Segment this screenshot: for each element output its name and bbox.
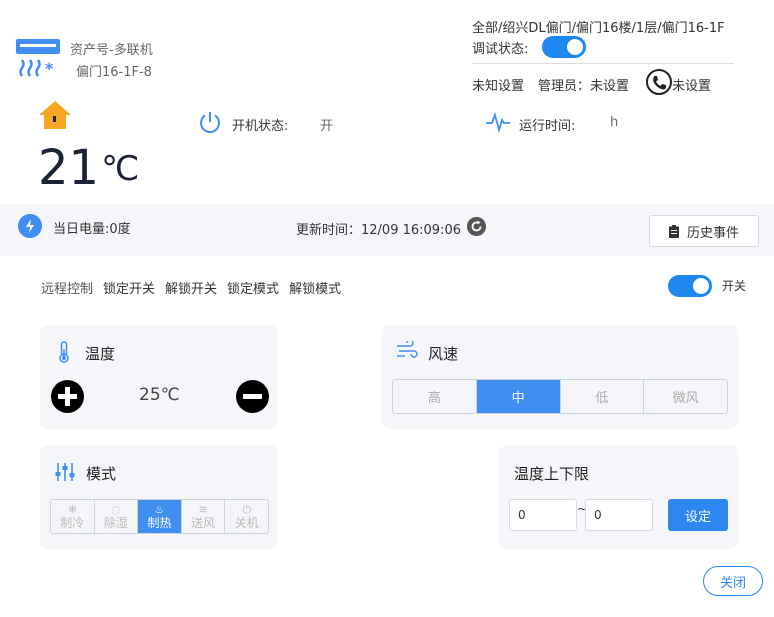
mode-cool[interactable]: ❄ 制冷 [51,500,95,533]
pulse-icon [486,112,510,133]
temperature-range-card [499,445,738,549]
unlock-mode-action[interactable]: 解锁模式 [289,278,341,297]
power-icon: ⏻ [242,503,252,516]
header-divider [472,63,734,64]
lightning-icon [18,214,42,238]
home-icon [39,101,71,129]
lock-mode-action[interactable]: 锁定模式 [227,278,279,297]
wind-icon: ≋ [198,503,208,516]
asset-name: 资产号-多联机 [70,43,153,58]
mode-off[interactable]: ⏻ 关机 [225,500,268,533]
phone-label: 未设置 [672,79,712,94]
debug-status-label: 调试状态: [472,42,529,57]
wind-icon [397,341,418,358]
sliders-icon [55,463,75,481]
set-temperature-value: 25℃ [139,385,180,405]
fan-speed-title: 风速 [428,345,459,363]
mode-dry[interactable]: ◌ 除湿 [95,500,139,533]
unknown-setting-label: 未知设置 [472,79,525,94]
power-status-label: 开机状态: [232,119,289,134]
temperature-range-title: 温度上下限 [514,465,590,483]
device-id: 偏门16-1F-8 [76,65,152,80]
snowflake-icon: ❄ [67,503,77,516]
set-range-button[interactable]: 设定 [668,499,728,531]
fan-speed-breeze[interactable]: 微风 [644,380,727,413]
power-status-value: 开 [320,119,334,134]
fan-speed-selector: 高 中 低 微风 [392,379,728,414]
mode-selector: ❄ 制冷 ◌ 除湿 ♨ 制热 ≋ 送风 ⏻ 关机 [50,499,269,534]
phone-icon [646,69,672,95]
thermometer-icon [59,341,69,363]
temperature-title: 温度 [85,345,116,363]
mode-heat[interactable]: ♨ 制热 [138,500,182,533]
mode-title: 模式 [86,465,117,483]
power-switch-label: 开关 [722,279,747,293]
runtime-value: h [610,115,619,130]
daily-energy: 当日电量:0度 [53,222,131,237]
temperature-card [40,325,278,429]
refresh-icon[interactable] [467,217,486,236]
debug-status-toggle[interactable] [542,36,586,58]
fan-speed-high[interactable]: 高 [393,380,477,413]
decrease-temperature-button[interactable] [236,380,269,413]
svg-text:*: * [45,59,54,78]
fan-speed-low[interactable]: 低 [561,380,645,413]
unlock-switch-action[interactable]: 解锁开关 [165,278,217,297]
air-conditioner-icon: * [16,39,60,78]
upper-limit-input[interactable] [585,499,653,531]
admin-label: 管理员：未设置 [538,79,630,94]
history-events-label: 历史事件 [686,225,739,241]
fan-speed-medium[interactable]: 中 [476,380,561,413]
control-actions: 远程控制 锁定开关 解锁开关 锁定模式 解锁模式 [41,278,341,297]
lock-switch-action[interactable]: 锁定开关 [103,278,155,297]
lower-limit-input[interactable] [509,499,577,531]
clipboard-icon [668,224,679,238]
mode-fan[interactable]: ≋ 送风 [182,500,226,533]
current-temperature: 21℃ [38,140,140,196]
increase-temperature-button[interactable] [51,380,84,413]
remote-control-label: 远程控制 [41,282,94,297]
power-icon [200,112,220,133]
flame-icon: ♨ [154,503,165,516]
power-switch-toggle[interactable] [668,275,712,297]
droplet-icon: ◌ [111,503,121,516]
runtime-label: 运行时间: [519,119,576,134]
history-events-button[interactable]: 历史事件 [649,215,759,247]
update-time: 更新时间：12/09 16:09:06 [296,223,461,238]
close-button[interactable]: 关闭 [703,566,763,596]
location-path: 全部/绍兴DL偏门/偏门16楼/1层/偏门16-1F [472,21,725,36]
